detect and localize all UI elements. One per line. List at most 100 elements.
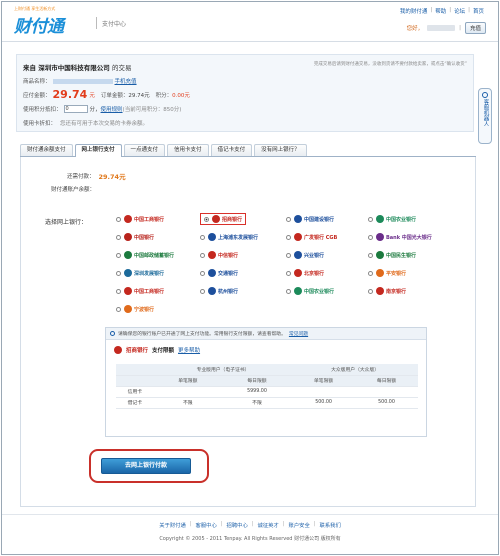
bank-logo: 中国邮政储蓄银行	[124, 251, 174, 259]
bank-radio[interactable]	[368, 288, 373, 294]
bank-logo-icon	[294, 215, 302, 223]
bank-radio[interactable]	[286, 288, 291, 294]
bank-option[interactable]: 中国农业银行	[368, 213, 416, 225]
bank-option[interactable]: 中国邮政储蓄银行	[116, 249, 174, 261]
use-score-rule-link[interactable]: 使用规则	[101, 105, 123, 113]
bank-radio[interactable]	[368, 270, 373, 276]
footer-link-jobs[interactable]: 招聘中心	[227, 521, 248, 529]
bank-logo: 招商银行	[212, 215, 242, 223]
bank-radio[interactable]	[204, 216, 209, 222]
bank-option[interactable]: 中国农业银行	[286, 285, 334, 297]
bank-logo-icon	[124, 233, 132, 241]
site-name: 支付中心	[102, 20, 127, 28]
limit-row-label: 信用卡	[116, 386, 154, 398]
tab-online-bank[interactable]: 网上银行支付	[74, 144, 122, 157]
footer-link-security[interactable]: 账户安全	[289, 521, 310, 529]
bank-option[interactable]: 招商银行	[200, 213, 247, 225]
bank-radio[interactable]	[368, 216, 373, 222]
discount-label: 使用卡折扣：	[23, 121, 57, 127]
bank-radio[interactable]	[200, 252, 205, 258]
tab-one-click[interactable]: 一点通支付	[123, 144, 166, 156]
top-link-forum[interactable]: 论坛	[454, 7, 465, 15]
limit-cell	[355, 386, 418, 398]
limit-col: 每日限额	[221, 375, 293, 387]
bank-radio[interactable]	[200, 270, 205, 276]
bank-radio[interactable]	[286, 234, 291, 240]
top-link-help[interactable]: 帮助	[435, 7, 446, 15]
bank-radio[interactable]	[368, 252, 373, 258]
customer-service-tab[interactable]: 客服机器人	[478, 88, 492, 144]
tip-link[interactable]: 常见问题	[289, 330, 308, 337]
footer-link-contact[interactable]: 联系我们	[320, 521, 341, 529]
bank-radio[interactable]	[116, 306, 121, 312]
bank-option[interactable]: 中国工商银行	[116, 285, 164, 297]
bank-radio[interactable]	[286, 252, 291, 258]
bank-radio[interactable]	[368, 234, 373, 240]
tab-no-online-bank[interactable]: 没有网上银行？	[254, 144, 307, 156]
need-pay-label: 还需付款：	[67, 174, 95, 180]
merchant-name: 来自 深圳市中国科技有限公司	[23, 64, 110, 72]
bank-option[interactable]: 交通银行	[200, 267, 238, 279]
bank-option[interactable]: 杭州银行	[200, 285, 238, 297]
score-input[interactable]: 0	[63, 105, 88, 113]
bank-name: 中国工商银行	[134, 216, 165, 223]
footer-link-service[interactable]: 客服中心	[196, 521, 217, 529]
bank-logo: 北京银行	[294, 269, 324, 277]
bank-option[interactable]: 中国银行	[116, 231, 154, 243]
page-frame: 上财付通 享生活新方式 财付通 支付中心 我的财付通 | 帮助 | 论坛 | 首…	[1, 1, 499, 555]
bank-option[interactable]: 深圳发展银行	[116, 267, 164, 279]
bank-radio[interactable]	[116, 216, 121, 222]
robot-icon	[482, 92, 488, 98]
limit-group-pro: 专业版用户（电子证书）	[153, 364, 293, 376]
bank-name: 中国农业银行	[386, 216, 417, 223]
bank-radio[interactable]	[286, 270, 291, 276]
tip-text: 请确保您的银行账户已开通了网上支付功能。常用银行支付限额，请查看帮助。	[118, 332, 286, 337]
bank-radio[interactable]	[116, 288, 121, 294]
bank-option[interactable]: 兴业银行	[286, 249, 324, 261]
bank-option[interactable]: 广发银行 CGB	[286, 231, 337, 243]
footer-link-talent[interactable]: 诚征英才	[258, 521, 279, 529]
copyright: Copyright © 2005 - 2011 Tenpay. All Righ…	[159, 536, 341, 542]
bank-logo: 广发银行 CGB	[294, 233, 337, 241]
bank-logo: 中国农业银行	[376, 215, 416, 223]
bank-logo-icon	[376, 287, 384, 295]
bank-logo: 中信银行	[208, 251, 238, 259]
bank-radio[interactable]	[200, 234, 205, 240]
amount-label: 应付金额：	[23, 92, 51, 99]
bank-option[interactable]: 南京银行	[368, 285, 406, 297]
bank-logo: 中国工商银行	[124, 215, 164, 223]
bank-radio[interactable]	[200, 288, 205, 294]
bank-radio[interactable]	[116, 252, 121, 258]
greeting: 您好，	[406, 26, 424, 32]
bank-option[interactable]: 中信银行	[200, 249, 238, 261]
charge-button[interactable]: 充值	[464, 22, 486, 34]
bank-name: 中国银行	[134, 234, 155, 241]
tenpay-logo[interactable]: 上财付通 享生活新方式 财付通	[14, 6, 92, 37]
tab-debit-card[interactable]: 借记卡支付	[210, 144, 253, 156]
bank-name: 南京银行	[386, 288, 407, 295]
tab-credit-card[interactable]: 信用卡支付	[167, 144, 209, 156]
bank-option[interactable]: 中国民生银行	[368, 249, 416, 261]
limit-cell: 不限	[153, 397, 222, 409]
bank-option[interactable]: 上海浦东发展银行	[200, 231, 258, 243]
bank-option[interactable]: 平安银行	[368, 267, 406, 279]
bank-radio[interactable]	[116, 234, 121, 240]
tab-balance[interactable]: 财付通余额支付	[20, 144, 73, 156]
limit-col: 单笔限额	[292, 375, 356, 387]
top-link-my-account[interactable]: 我的财付通	[400, 7, 428, 15]
footer-link-about[interactable]: 关于财付通	[159, 521, 186, 529]
bank-option[interactable]: 北京银行	[286, 267, 324, 279]
bank-option[interactable]: Bank 中国光大银行	[368, 231, 432, 243]
bank-radio[interactable]	[116, 270, 121, 276]
bank-radio[interactable]	[286, 216, 291, 222]
bank-option[interactable]: 宁波银行	[116, 303, 154, 315]
more-help-link[interactable]: 更多帮助	[178, 346, 200, 354]
bank-option[interactable]: 中国工商银行	[116, 213, 164, 225]
merchant-txn-suffix: 的交易	[112, 64, 132, 72]
online-bank-pay-button[interactable]: 去网上银行付款	[101, 458, 191, 474]
limit-col: 每日限额	[355, 375, 418, 387]
product-link[interactable]: 手机充值	[115, 77, 137, 85]
logo-text: 财付通	[14, 17, 64, 37]
bank-option[interactable]: 中国建设银行	[286, 213, 334, 225]
top-link-home[interactable]: 首页	[473, 7, 484, 15]
